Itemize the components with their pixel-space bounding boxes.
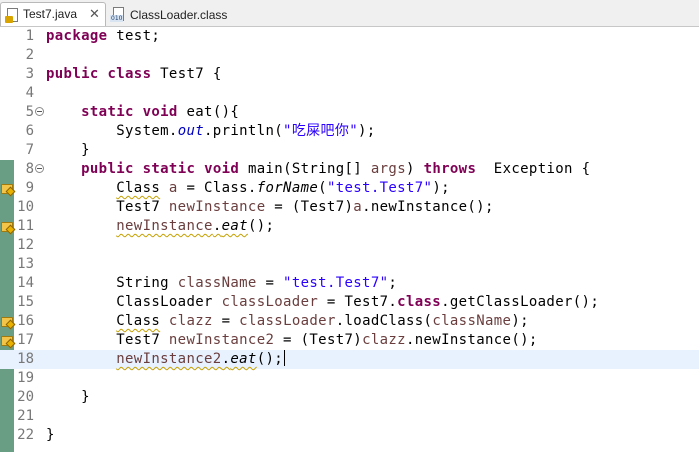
code-line: 11 newInstance.eat(); bbox=[0, 217, 699, 236]
code-text[interactable]: } bbox=[46, 388, 90, 407]
line-number: 11 bbox=[17, 218, 34, 234]
tab-test7-java[interactable]: Test7.java ✕ bbox=[0, 2, 106, 26]
code-line: 16 Class clazz = classLoader.loadClass(c… bbox=[0, 312, 699, 331]
code-line: 5 static void eat(){ bbox=[0, 103, 699, 122]
code-line: 2 bbox=[0, 46, 699, 65]
code-line: 1 package test; bbox=[0, 27, 699, 46]
line-number: 19 bbox=[17, 370, 34, 386]
code-line: 12 bbox=[0, 236, 699, 255]
code-line: 7 } bbox=[0, 141, 699, 160]
fold-toggle-icon[interactable] bbox=[35, 107, 44, 116]
code-line: 19 bbox=[0, 369, 699, 388]
code-text[interactable]: System.out.println("吃屎吧你"); bbox=[46, 122, 376, 141]
close-icon[interactable]: ✕ bbox=[89, 6, 100, 22]
code-text[interactable]: static void eat(){ bbox=[46, 103, 239, 122]
code-text[interactable]: public static void main(String[] args) t… bbox=[46, 160, 590, 179]
code-line: 17 Test7 newInstance2 = (Test7)clazz.new… bbox=[0, 331, 699, 350]
line-number: 2 bbox=[25, 47, 34, 63]
code-line: 3 public class Test7 { bbox=[0, 65, 699, 84]
line-number: 8 bbox=[25, 161, 34, 177]
line-number: 18 bbox=[17, 351, 34, 367]
tab-classloader-class[interactable]: ClassLoader.class bbox=[106, 2, 241, 26]
line-number: 21 bbox=[17, 408, 34, 424]
text-cursor bbox=[284, 350, 286, 366]
code-text[interactable]: ClassLoader classLoader = Test7.class.ge… bbox=[46, 293, 599, 312]
code-line: 8 public static void main(String[] args)… bbox=[0, 160, 699, 179]
code-line: 9 Class a = Class.forName("test.Test7"); bbox=[0, 179, 699, 198]
line-number: 20 bbox=[17, 389, 34, 405]
code-line: 10 Test7 newInstance = (Test7)a.newInsta… bbox=[0, 198, 699, 217]
line-number: 4 bbox=[25, 85, 34, 101]
code-text[interactable]: newInstance2.eat(); bbox=[46, 350, 286, 369]
code-editor[interactable]: 1 package test; 2 3 public class Test7 {… bbox=[0, 27, 699, 452]
line-number: 6 bbox=[25, 123, 34, 139]
code-line: 4 bbox=[0, 84, 699, 103]
line-number: 17 bbox=[17, 332, 34, 348]
code-text[interactable]: } bbox=[46, 426, 55, 445]
class-file-icon bbox=[110, 7, 124, 22]
line-number: 7 bbox=[25, 142, 34, 158]
code-line: 22 } bbox=[0, 426, 699, 445]
line-number: 22 bbox=[17, 427, 34, 443]
line-number: 10 bbox=[17, 199, 34, 215]
code-line: 20 } bbox=[0, 388, 699, 407]
code-line: 6 System.out.println("吃屎吧你"); bbox=[0, 122, 699, 141]
code-line: 15 ClassLoader classLoader = Test7.class… bbox=[0, 293, 699, 312]
code-text[interactable]: Test7 newInstance2 = (Test7)clazz.newIns… bbox=[46, 331, 538, 350]
line-number: 3 bbox=[25, 66, 34, 82]
code-text[interactable]: Class a = Class.forName("test.Test7"); bbox=[46, 179, 450, 198]
line-number: 13 bbox=[17, 256, 34, 272]
code-line: 21 bbox=[0, 407, 699, 426]
tab-label: ClassLoader.class bbox=[130, 8, 228, 22]
code-text[interactable]: } bbox=[46, 141, 90, 160]
line-number: 14 bbox=[17, 275, 34, 291]
code-line: 14 String className = "test.Test7"; bbox=[0, 274, 699, 293]
line-number: 1 bbox=[25, 28, 34, 44]
code-text[interactable]: Class clazz = classLoader.loadClass(clas… bbox=[46, 312, 529, 331]
editor-tab-bar: Test7.java ✕ ClassLoader.class bbox=[0, 0, 699, 27]
code-text[interactable]: public class Test7 { bbox=[46, 65, 222, 84]
java-file-icon bbox=[5, 8, 18, 23]
line-number: 15 bbox=[17, 294, 34, 310]
tab-label: Test7.java bbox=[23, 7, 78, 21]
code-text[interactable]: Test7 newInstance = (Test7)a.newInstance… bbox=[46, 198, 494, 217]
fold-toggle-icon[interactable] bbox=[35, 164, 44, 173]
line-number: 12 bbox=[17, 237, 34, 253]
code-text[interactable]: newInstance.eat(); bbox=[46, 217, 274, 236]
code-text[interactable]: package test; bbox=[46, 27, 160, 46]
line-number: 9 bbox=[25, 180, 34, 196]
line-number: 5 bbox=[25, 104, 34, 120]
code-text[interactable]: String className = "test.Test7"; bbox=[46, 274, 397, 293]
current-code-line: 18 newInstance2.eat(); bbox=[0, 350, 699, 369]
line-number: 16 bbox=[17, 313, 34, 329]
code-line: 13 bbox=[0, 255, 699, 274]
